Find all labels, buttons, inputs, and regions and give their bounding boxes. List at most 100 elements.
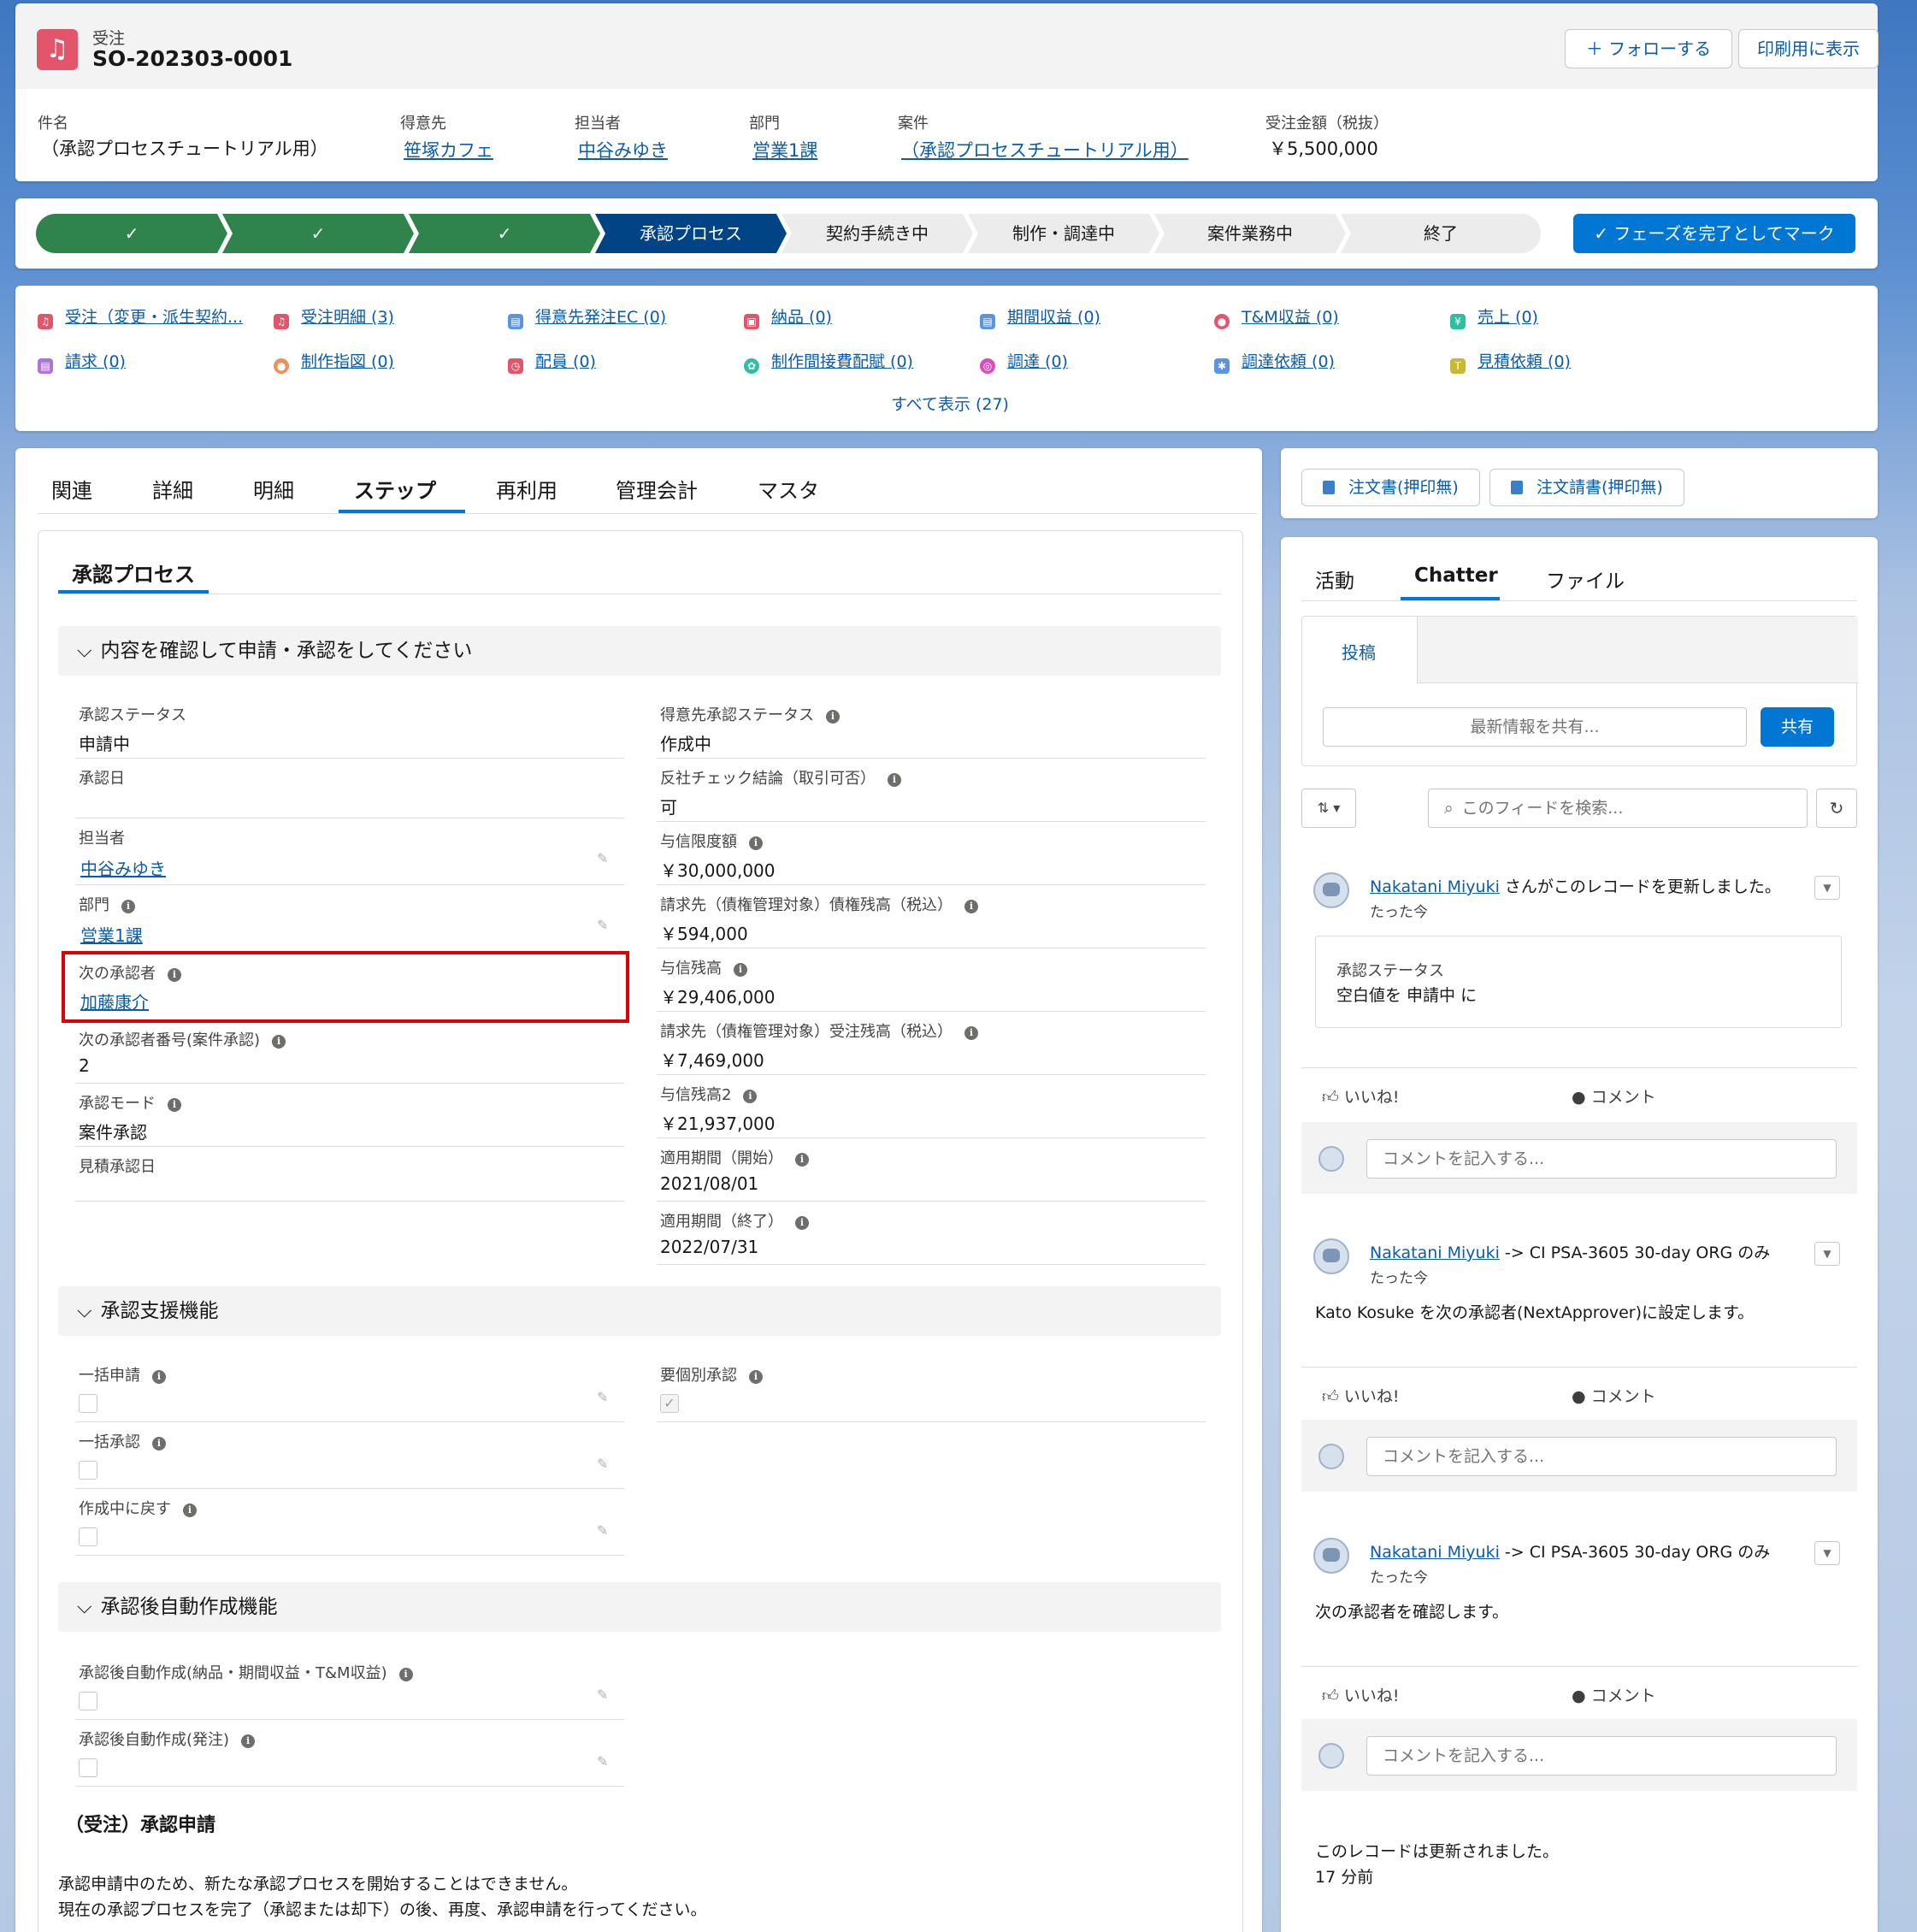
department-field-link[interactable]: 営業1課 — [80, 922, 143, 947]
comment-button[interactable]: ● コメント — [1572, 1683, 1656, 1706]
revert-draft-checkbox[interactable] — [79, 1527, 97, 1546]
info-icon[interactable]: i — [964, 1026, 978, 1040]
related-link[interactable]: ♫ 受注（変更・派生契約... — [38, 304, 243, 329]
tab-lines[interactable]: 明細 — [253, 474, 294, 504]
mark-complete-button[interactable]: ✓ フェーズを完了としてマーク — [1573, 214, 1855, 253]
tab-reuse[interactable]: 再利用 — [496, 474, 557, 504]
info-icon[interactable]: i — [168, 1098, 181, 1112]
share-input[interactable]: 最新情報を共有... — [1323, 707, 1747, 747]
tab-detail[interactable]: 詳細 — [152, 474, 193, 504]
customer-link[interactable]: 笹塚カフェ — [404, 137, 493, 162]
related-link[interactable]: ✿ 制作間接費配賦 (0) — [744, 349, 913, 374]
tab-management-accounting[interactable]: 管理会計 — [616, 474, 698, 504]
tab-related[interactable]: 関連 — [51, 474, 92, 504]
sort-dropdown[interactable]: ⇅ ▾ — [1301, 789, 1356, 828]
info-icon[interactable]: i — [795, 1216, 809, 1230]
info-icon[interactable]: i — [795, 1153, 809, 1167]
like-button[interactable]: 👍︎ いいね! — [1322, 1683, 1400, 1706]
feed-search-input[interactable]: ⌕ このフィードを検索... — [1428, 789, 1808, 828]
next-approver-link[interactable]: 加藤康介 — [80, 989, 149, 1013]
refresh-icon[interactable]: ↻ — [1816, 789, 1857, 828]
info-icon[interactable]: i — [152, 1370, 166, 1384]
info-icon[interactable]: i — [964, 900, 978, 913]
bulk-approve-checkbox[interactable] — [79, 1461, 97, 1480]
info-icon[interactable]: i — [241, 1734, 256, 1748]
edit-pencil-icon[interactable]: ✎ — [597, 1687, 608, 1703]
tab-step[interactable]: ステップ — [354, 474, 436, 504]
path-stage-done[interactable]: ✓ — [222, 214, 414, 253]
path-stage[interactable]: 終了 — [1341, 214, 1541, 253]
info-icon[interactable]: i — [272, 1035, 286, 1049]
bulk-apply-checkbox[interactable] — [79, 1394, 97, 1413]
view-all-link[interactable]: すべて表示 (27) — [891, 392, 1009, 415]
owner-field-link[interactable]: 中谷みゆき — [80, 855, 166, 880]
related-link[interactable]: ◷ 配員 (0) — [508, 349, 596, 374]
info-icon[interactable]: i — [152, 1437, 166, 1450]
info-icon[interactable]: i — [743, 1090, 758, 1103]
edit-pencil-icon[interactable]: ✎ — [597, 1522, 608, 1539]
opportunity-link[interactable]: （承認プロセスチュートリアル用） — [901, 137, 1189, 162]
chevron-down-icon[interactable]: ▼ — [1814, 876, 1840, 900]
edit-pencil-icon[interactable]: ✎ — [597, 1753, 608, 1770]
user-avatar[interactable] — [1313, 1538, 1349, 1574]
info-icon[interactable]: i — [749, 836, 763, 850]
info-icon[interactable]: i — [398, 1668, 413, 1681]
edit-pencil-icon[interactable]: ✎ — [597, 850, 608, 866]
follow-button[interactable]: ＋ フォローする — [1565, 29, 1732, 68]
related-link[interactable]: ▤ 請求 (0) — [38, 349, 126, 374]
like-button[interactable]: 👍︎ いいね! — [1322, 1084, 1400, 1108]
path-stage-current[interactable]: 承認プロセス — [595, 214, 787, 253]
tab-activity[interactable]: 活動 — [1315, 564, 1354, 594]
info-icon[interactable]: i — [888, 773, 901, 787]
related-link[interactable]: ✱ 調達依頼 (0) — [1214, 349, 1335, 374]
chevron-down-icon[interactable]: ▼ — [1814, 1541, 1840, 1565]
like-button[interactable]: 👍︎ いいね! — [1322, 1384, 1400, 1407]
info-icon[interactable]: i — [749, 1370, 763, 1384]
share-button[interactable]: 共有 — [1761, 707, 1834, 747]
related-link[interactable]: ● T&M収益 (0) — [1214, 304, 1339, 329]
print-button[interactable]: 印刷用に表示 — [1738, 29, 1879, 68]
path-stage[interactable]: 契約手続き中 — [782, 214, 973, 253]
comment-button[interactable]: ● コメント — [1572, 1084, 1656, 1108]
related-link[interactable]: ◎ 調達 (0) — [980, 349, 1068, 374]
comment-button[interactable]: ● コメント — [1572, 1384, 1656, 1407]
info-icon[interactable]: i — [121, 900, 135, 913]
tab-files[interactable]: ファイル — [1546, 564, 1625, 594]
edit-pencil-icon[interactable]: ✎ — [597, 917, 608, 933]
comment-input[interactable]: コメントを記入する... — [1366, 1437, 1837, 1476]
related-link[interactable]: T 見積依頼 (0) — [1450, 349, 1571, 374]
chevron-down-icon[interactable]: ▼ — [1814, 1242, 1840, 1266]
auto-create-po-checkbox[interactable] — [79, 1758, 97, 1777]
related-link[interactable]: ▣ 納品 (0) — [744, 304, 832, 329]
path-stage[interactable]: 案件業務中 — [1154, 214, 1346, 253]
related-link[interactable]: ● 制作指図 (0) — [274, 349, 394, 374]
path-stage-done[interactable]: ✓ — [409, 214, 600, 253]
related-link[interactable]: ♫ 受注明細 (3) — [274, 304, 394, 329]
auto-create-delivery-checkbox[interactable] — [79, 1692, 97, 1710]
path-stage-done[interactable]: ✓ — [36, 214, 227, 253]
path-stage[interactable]: 制作・調達中 — [968, 214, 1159, 253]
comment-input[interactable]: コメントを記入する... — [1366, 1736, 1837, 1775]
user-avatar[interactable] — [1313, 1238, 1349, 1274]
section-header-review[interactable]: ⌵ 内容を確認して申請・承認をしてください — [58, 626, 1221, 676]
related-link[interactable]: ▤ 得意先発注EC (0) — [508, 304, 666, 329]
user-avatar[interactable] — [1313, 872, 1349, 908]
edit-pencil-icon[interactable]: ✎ — [597, 1456, 608, 1472]
info-icon[interactable]: i — [183, 1504, 197, 1517]
subtab-approval-process[interactable]: 承認プロセス — [72, 558, 195, 588]
related-link[interactable]: ▤ 期間収益 (0) — [980, 304, 1100, 329]
tab-chatter[interactable]: Chatter — [1414, 564, 1498, 587]
order-doc-button[interactable]: 注文書(押印無) — [1301, 469, 1480, 506]
related-link[interactable]: ¥ 売上 (0) — [1450, 304, 1538, 329]
comment-input[interactable]: コメントを記入する... — [1366, 1139, 1837, 1179]
owner-link[interactable]: 中谷みゆき — [578, 137, 668, 162]
tab-master[interactable]: マスタ — [758, 474, 819, 504]
info-icon[interactable]: i — [168, 968, 181, 982]
edit-pencil-icon[interactable]: ✎ — [597, 1389, 608, 1405]
department-link[interactable]: 営業1課 — [752, 137, 817, 162]
info-icon[interactable]: i — [734, 963, 747, 977]
order-ack-button[interactable]: 注文請書(押印無) — [1489, 469, 1684, 506]
section-header-auto-create[interactable]: ⌵ 承認後自動作成機能 — [58, 1582, 1221, 1632]
section-header-support[interactable]: ⌵ 承認支援機能 — [58, 1286, 1221, 1336]
info-icon[interactable]: i — [826, 710, 840, 724]
